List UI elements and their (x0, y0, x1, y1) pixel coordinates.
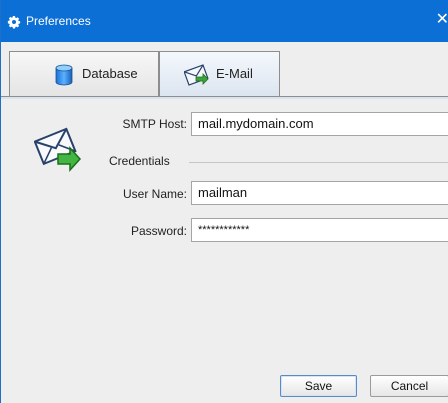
window-title: Preferences (26, 14, 91, 28)
user-name-field[interactable]: mailman (191, 181, 448, 205)
cancel-button[interactable]: Cancel (370, 375, 448, 397)
title-bar[interactable]: Preferences ✕ (1, 0, 448, 42)
mail-send-icon (34, 127, 82, 172)
password-field[interactable]: ************ (191, 218, 448, 242)
save-button[interactable]: Save (280, 375, 357, 397)
tab-strip: Database E-Mail (1, 42, 448, 98)
smtp-host-field[interactable]: mail.mydomain.com (191, 112, 448, 136)
tab-content-border (1, 96, 448, 99)
email-tab-icon (184, 64, 209, 86)
close-button[interactable]: ✕ (435, 8, 448, 32)
tab-database-label: Database (82, 66, 138, 81)
credentials-label: Credentials (109, 154, 170, 168)
tab-email[interactable]: E-Mail (159, 51, 280, 98)
smtp-host-label: SMTP Host: (122, 117, 187, 131)
database-icon (55, 64, 73, 86)
user-name-label: User Name: (122, 187, 187, 201)
tab-email-label: E-Mail (216, 66, 253, 81)
credentials-separator (189, 162, 448, 163)
preferences-window: Preferences ✕ Database E-Mail SMTP Host:… (0, 0, 448, 403)
tab-database[interactable]: Database (9, 51, 159, 97)
password-label: Password: (130, 224, 187, 238)
gear-icon (7, 15, 21, 29)
